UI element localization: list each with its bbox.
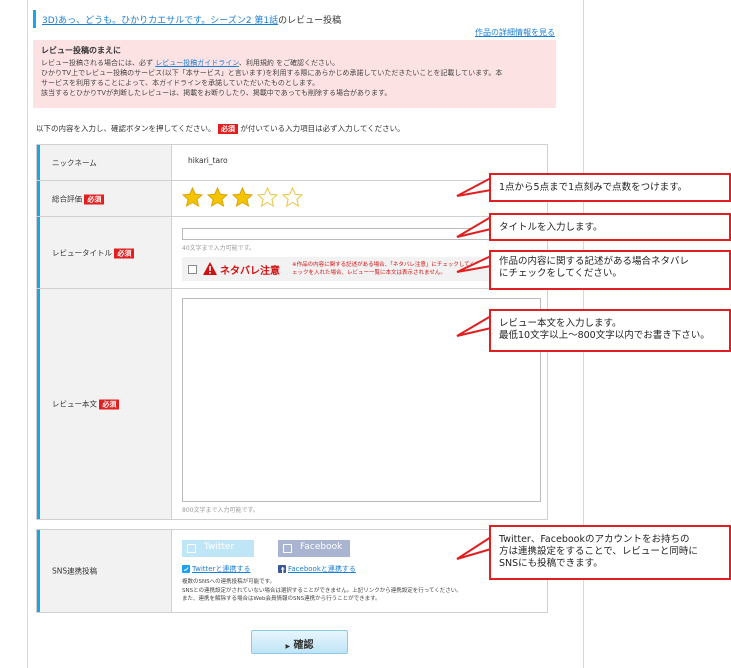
callout-pointer (456, 177, 492, 197)
spoiler-label: ネタバレ注意 (220, 266, 280, 277)
callout-pointer (456, 315, 492, 337)
work-detail-link[interactable]: 作品の詳細情報を見る (475, 27, 555, 38)
star-rating[interactable] (182, 187, 303, 208)
twitter-checkbox (187, 544, 196, 553)
required-badge: 必須 (99, 399, 120, 410)
twitter-icon (182, 565, 190, 573)
rating-label: 総合評価 必須 (52, 193, 105, 204)
work-title-link[interactable]: 3D)あっ、どうも。ひかりカエサルです。シーズン2 第1話 (42, 16, 278, 26)
nickname-label-cell: ニックネーム (37, 145, 171, 180)
sns-label: SNS連携投稿 (52, 566, 98, 576)
body-label: レビュー本文 必須 (52, 399, 120, 410)
notice-title: レビュー投稿のまえに (41, 46, 121, 55)
title-label: レビュータイトル 必須 (52, 247, 135, 258)
confirm-button[interactable]: ▶ 確認 (251, 630, 348, 654)
spoiler-callout: 作品の内容に関する記述がある場合ネタバレ にチェックをしてください。 (489, 250, 731, 290)
spoiler-checkbox[interactable] (188, 265, 197, 274)
star-empty-icon[interactable] (282, 187, 303, 208)
form-instruction: 以下の内容を入力し、確認ボタンを押してください。 必須 が付いている入力項目は必… (36, 124, 405, 134)
notice-line: サービスを利用することによって、本ガイドラインを承諾していただいたものとします。 (41, 79, 320, 87)
play-arrow-icon: ▶ (285, 643, 291, 650)
body-label-cell: レビュー本文 必須 (37, 289, 171, 519)
facebook-checkbox (283, 544, 292, 553)
rating-callout: 1点から5点まで1点刻みで点数をつけます。 (489, 173, 731, 202)
star-filled-icon[interactable] (182, 187, 203, 208)
star-empty-icon[interactable] (257, 187, 278, 208)
twitter-toggle-button[interactable]: Twitter (182, 540, 254, 557)
star-filled-icon[interactable] (207, 187, 228, 208)
notice-line: 該当するとひかりTVが判断したレビューは、掲載をお断りしたり、掲載中であっても削… (41, 89, 392, 97)
callout-pointer (456, 255, 492, 273)
star-filled-icon[interactable] (232, 187, 253, 208)
guideline-link[interactable]: レビュー投稿ガイドライン (155, 59, 239, 67)
facebook-toggle-button[interactable]: Facebook (278, 540, 350, 557)
required-badge: 必須 (114, 248, 135, 258)
page-header: 3D)あっ、どうも。ひかりカエサルです。シーズン2 第1話のレビュー投稿 (33, 10, 559, 28)
sns-label-cell: SNS連携投稿 (37, 530, 171, 612)
nickname-value: hikari_taro (188, 156, 228, 165)
body-char-hint: 800文字まで入力可能です。 (182, 507, 259, 514)
title-callout: タイトルを入力します。 (489, 213, 731, 241)
page-title-suffix: のレビュー投稿 (278, 16, 342, 26)
rating-label-cell: 総合評価 必須 (37, 181, 171, 216)
facebook-icon (278, 565, 286, 573)
twitter-connect-link[interactable]: Twitterと連携する (192, 564, 250, 574)
notice-line: ひかりTV上でレビュー投稿のサービス(以下「本サービス」と言います)を利用する際… (41, 69, 503, 77)
callout-pointer (456, 536, 492, 560)
title-char-hint: 40文字まで入力可能です。 (182, 245, 256, 252)
required-badge: 必須 (84, 194, 105, 204)
notice-box: レビュー投稿のまえに レビュー投稿される場合には、必ず レビュー投稿ガイドライン… (33, 40, 556, 108)
page-title: 3D)あっ、どうも。ひかりカエサルです。シーズン2 第1話のレビュー投稿 (42, 13, 341, 26)
warning-icon (203, 262, 217, 275)
required-badge: 必須 (217, 124, 238, 134)
callout-pointer (456, 216, 492, 238)
sns-note: 複数のSNSへの連携投稿が可能です。 SNSとの連携設定がされていない場合は選択… (182, 579, 462, 602)
notice-line: レビュー投稿される場合には、必ず レビュー投稿ガイドライン、利用規約 をご確認く… (41, 59, 340, 67)
sns-callout: Twitter、Facebookのアカウントをお持ちの 方は連携設定をすることで… (489, 525, 731, 580)
title-label-cell: レビュータイトル 必須 (37, 217, 171, 288)
body-callout: レビュー本文を入力します。 最低10文字以上〜800文字以内でお書き下さい。 (489, 309, 731, 352)
nickname-label: ニックネーム (52, 158, 97, 167)
facebook-connect-link[interactable]: Facebookと連携する (288, 564, 356, 574)
